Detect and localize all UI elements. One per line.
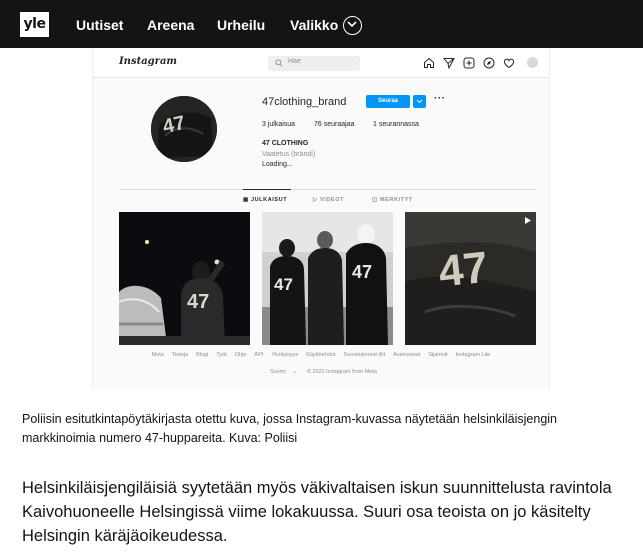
footer-link: Blogi	[196, 352, 209, 358]
activity-heart-icon	[503, 58, 515, 69]
instagram-search-field: Hae	[268, 56, 360, 71]
article-lead-paragraph: Helsinkiläisjengiläisiä syytetään myös v…	[22, 479, 612, 545]
stat-posts: 3 julkaisua	[262, 121, 296, 128]
tab-julkaisut: ▦ JULKAISUT	[243, 197, 288, 203]
bio-category: Vaatetus (brändi)	[262, 151, 316, 158]
nav-uutiset[interactable]: Uutiset	[76, 16, 123, 34]
footer-link: Meta	[151, 352, 164, 358]
tab-merkityt: ◫ MERKITYT	[372, 197, 413, 203]
footer-link: Instagram Lite	[455, 352, 491, 358]
footer-link: Ohje	[234, 352, 247, 358]
footer-link: Tietoja	[171, 352, 189, 358]
tabs-divider	[119, 189, 536, 190]
profile-picture: 47	[151, 96, 217, 162]
search-placeholder: Hae	[288, 58, 301, 65]
svg-text:47: 47	[436, 243, 490, 297]
instagram-footer-copyright: Suomi ⌄ © 2022 Instagram from Meta	[93, 369, 549, 375]
profile-username: 47clothing_brand	[262, 96, 347, 108]
nav-urheilu[interactable]: Urheilu	[217, 16, 265, 34]
footer-link: Työt	[216, 352, 227, 358]
svg-text:47: 47	[187, 291, 209, 313]
image-caption: Poliisin esitutkintapöytäkirjasta otettu…	[22, 412, 558, 445]
active-tab-indicator	[243, 189, 291, 190]
instagram-footer-links: Meta Tietoja Blogi Työt Ohje API Yksityisyys Kä…	[93, 352, 549, 358]
nav-valikko[interactable]: Valikko	[290, 16, 338, 34]
search-icon	[275, 59, 283, 67]
new-post-icon	[463, 57, 475, 69]
bio-name: 47 CLOTHING	[262, 140, 309, 147]
follow-button: Seuraa	[366, 95, 410, 108]
article-image-instagram-screenshot: Instagram Hae 47 47clothing_brand Seuraa…	[92, 48, 550, 390]
more-options-icon: ···	[434, 93, 446, 104]
chevron-down-icon	[416, 99, 423, 104]
chevron-down-circle-icon[interactable]	[343, 16, 362, 35]
stat-followers: 76 seuraajaa	[314, 121, 355, 128]
post-image-1: 47	[119, 212, 250, 345]
footer-copyright-text: © 2022 Instagram from Meta	[306, 369, 377, 375]
post-image-2: 47 47	[262, 212, 393, 345]
direct-message-icon	[443, 58, 455, 69]
footer-link: Yksityisyys	[271, 352, 299, 358]
stat-following: 1 seurannassa	[373, 121, 419, 128]
footer-link: Sijainnit	[428, 352, 448, 358]
yle-logo[interactable]: yle	[20, 12, 49, 37]
footer-link: Käyttöehdot	[306, 352, 336, 358]
footer-language: Suomi ⌄	[270, 369, 297, 375]
follow-dropdown-button	[413, 95, 426, 108]
svg-text:47: 47	[352, 262, 372, 282]
explore-icon	[483, 57, 495, 69]
footer-link: API	[254, 352, 264, 358]
bio-text: Loading...	[262, 161, 293, 168]
reel-icon	[525, 217, 531, 224]
profile-avatar-icon	[527, 57, 538, 68]
footer-link: Avainsanat	[393, 352, 421, 358]
tab-videot: ▷ VIDEOT	[313, 197, 345, 203]
post-image-3: 47	[405, 212, 536, 345]
footer-link: Suosituimmat tilit	[343, 352, 386, 358]
instagram-header: Instagram Hae	[93, 48, 549, 78]
yle-top-bar: yle Uutiset Areena Urheilu Valikko	[0, 0, 643, 48]
svg-text:47: 47	[274, 275, 293, 294]
instagram-logo: Instagram	[119, 56, 177, 67]
home-icon	[424, 57, 434, 68]
nav-areena[interactable]: Areena	[147, 16, 194, 34]
